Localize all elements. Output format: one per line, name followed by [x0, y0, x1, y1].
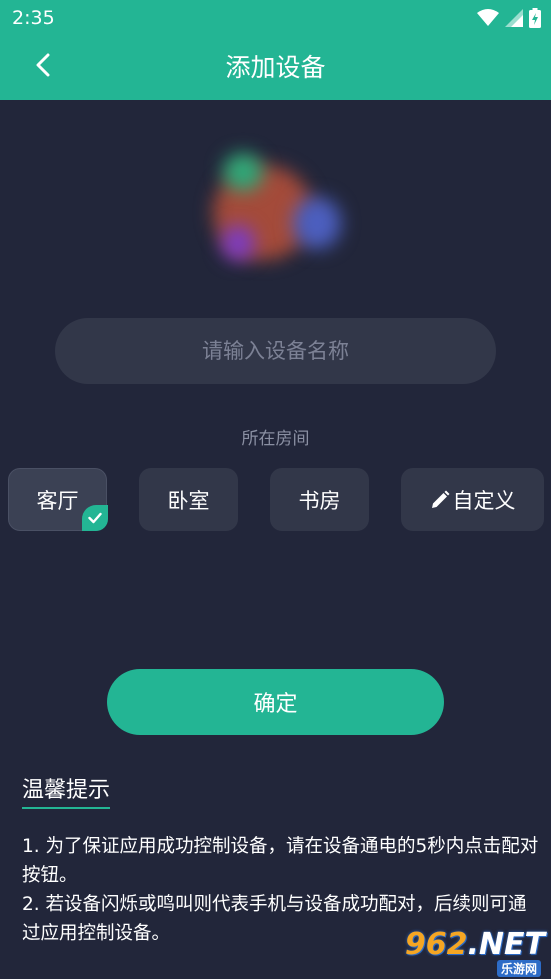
- room-option-custom[interactable]: 自定义: [401, 468, 544, 531]
- signal-icon: [505, 9, 523, 27]
- room-option-label: 自定义: [452, 488, 516, 513]
- selected-check-icon: [82, 505, 108, 531]
- room-label: 所在房间: [241, 429, 310, 449]
- tip-item: 1. 为了保证应用成功控制设备，请在设备通电的5秒内点击配对按钮。: [22, 836, 539, 886]
- tips-title: 温馨提示: [22, 772, 111, 809]
- status-icons: [477, 6, 541, 30]
- device-name-field[interactable]: [55, 318, 496, 384]
- room-option-living-room[interactable]: 客厅: [8, 468, 108, 531]
- room-option-label: 书房: [298, 488, 341, 513]
- room-option-label: 客厅: [36, 488, 79, 513]
- confirm-button[interactable]: 确定: [107, 669, 444, 735]
- status-time: 2:35: [12, 7, 55, 29]
- room-option-study[interactable]: 书房: [270, 468, 369, 531]
- device-image: [205, 145, 345, 275]
- site-watermark-logo: 962.NET 乐游网: [404, 927, 545, 977]
- room-option-label: 卧室: [167, 488, 210, 513]
- wifi-icon: [477, 9, 499, 27]
- device-name-input[interactable]: [55, 318, 496, 384]
- app-header: 2:35 添加设备: [0, 0, 551, 100]
- battery-charging-icon: [529, 8, 541, 28]
- add-device-screen: 2:35 添加设备 所在房间 客厅: [0, 0, 551, 979]
- room-option-bedroom[interactable]: 卧室: [139, 468, 238, 531]
- pencil-icon: [430, 490, 450, 510]
- page-title: 添加设备: [225, 53, 326, 82]
